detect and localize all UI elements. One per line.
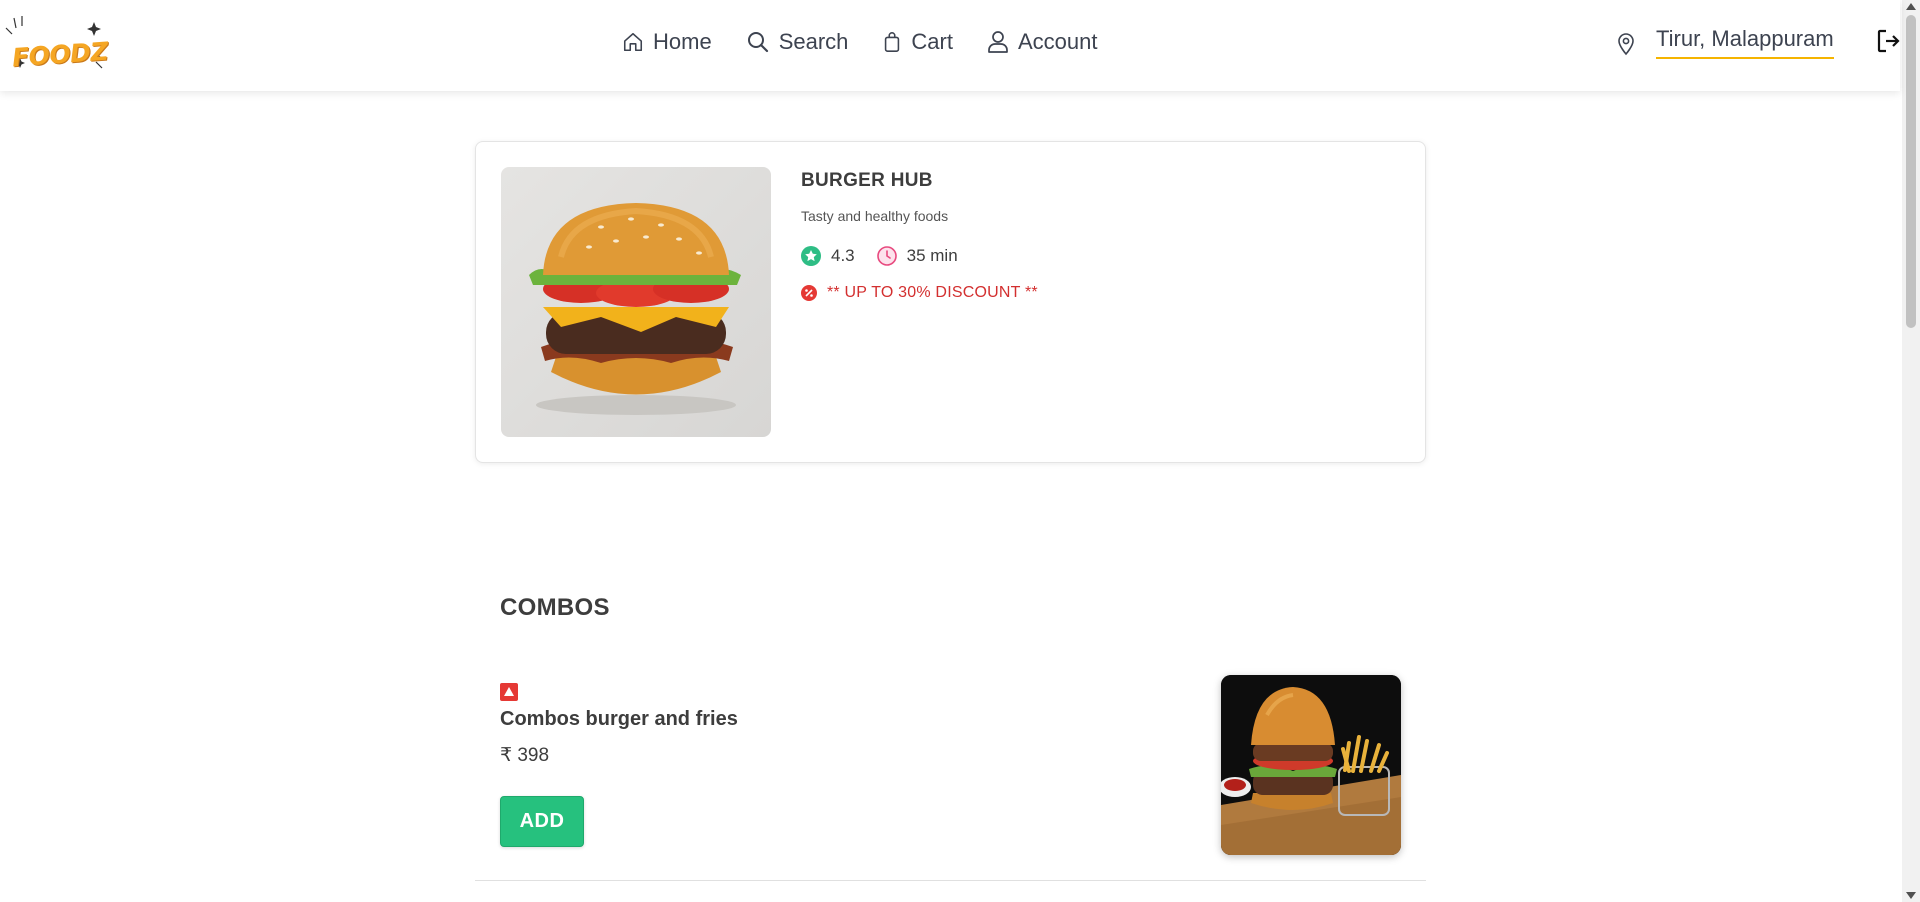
restaurant-card: BURGER HUB Tasty and healthy foods 4.3 3… — [475, 141, 1426, 463]
map-pin-icon — [1618, 33, 1634, 56]
nav-account-label: Account — [1017, 29, 1098, 54]
home-icon — [623, 32, 643, 52]
nav-search-label: Search — [778, 29, 849, 54]
discount-badge-icon — [801, 285, 817, 301]
logo[interactable]: FOODZ — [2, 14, 112, 72]
scroll-down-arrow-icon[interactable] — [1906, 892, 1916, 899]
discount-text: ** UP TO 30% DISCOUNT ** — [827, 284, 1038, 301]
location-label: Tirur, Malappuram — [1656, 26, 1834, 59]
menu-item-price: ₹ 398 — [500, 745, 550, 766]
shopping-bag-icon — [885, 32, 900, 52]
scroll-thumb[interactable] — [1906, 15, 1916, 328]
main-nav: Home Search Cart Account — [622, 24, 1131, 60]
nav-cart[interactable]: Cart — [882, 29, 953, 55]
restaurant-description: Tasty and healthy foods — [801, 208, 949, 224]
section-title-combos: COMBOS — [500, 594, 610, 621]
nav-home[interactable]: Home — [622, 29, 712, 55]
location-selector[interactable]: Tirur, Malappuram — [1616, 22, 1834, 62]
nav-account[interactable]: Account — [987, 29, 1098, 55]
restaurant-name: BURGER HUB — [801, 170, 933, 191]
nav-cart-label: Cart — [911, 29, 953, 54]
menu-item: Combos burger and fries ₹ 398 ADD — [475, 665, 1426, 881]
user-icon — [988, 31, 1008, 53]
delivery-time: 35 min — [906, 246, 958, 265]
restaurant-meta: 4.3 35 min — [801, 246, 1038, 266]
scroll-up-arrow-icon[interactable] — [1906, 3, 1916, 10]
logout-icon — [1877, 29, 1900, 53]
nav-search[interactable]: Search — [746, 29, 849, 55]
rating-value: 4.3 — [831, 246, 855, 265]
burger-image — [501, 167, 771, 437]
star-badge-icon — [801, 246, 821, 266]
vertical-scrollbar[interactable] — [1902, 0, 1920, 902]
header: FOODZ Home Search Cart Account Tirur, Ma… — [0, 0, 1900, 91]
add-to-cart-button[interactable]: ADD — [500, 796, 584, 847]
discount-banner: ** UP TO 30% DISCOUNT ** — [801, 284, 1038, 302]
burger-and-fries-image — [1221, 675, 1401, 855]
restaurant-info: BURGER HUB Tasty and healthy foods 4.3 3… — [801, 170, 1038, 302]
menu-item-name: Combos burger and fries — [500, 708, 738, 730]
nav-home-label: Home — [653, 29, 712, 54]
search-icon — [747, 32, 768, 53]
non-veg-badge-icon — [500, 683, 518, 701]
clock-icon — [876, 246, 897, 266]
logout-button[interactable] — [1876, 28, 1902, 59]
